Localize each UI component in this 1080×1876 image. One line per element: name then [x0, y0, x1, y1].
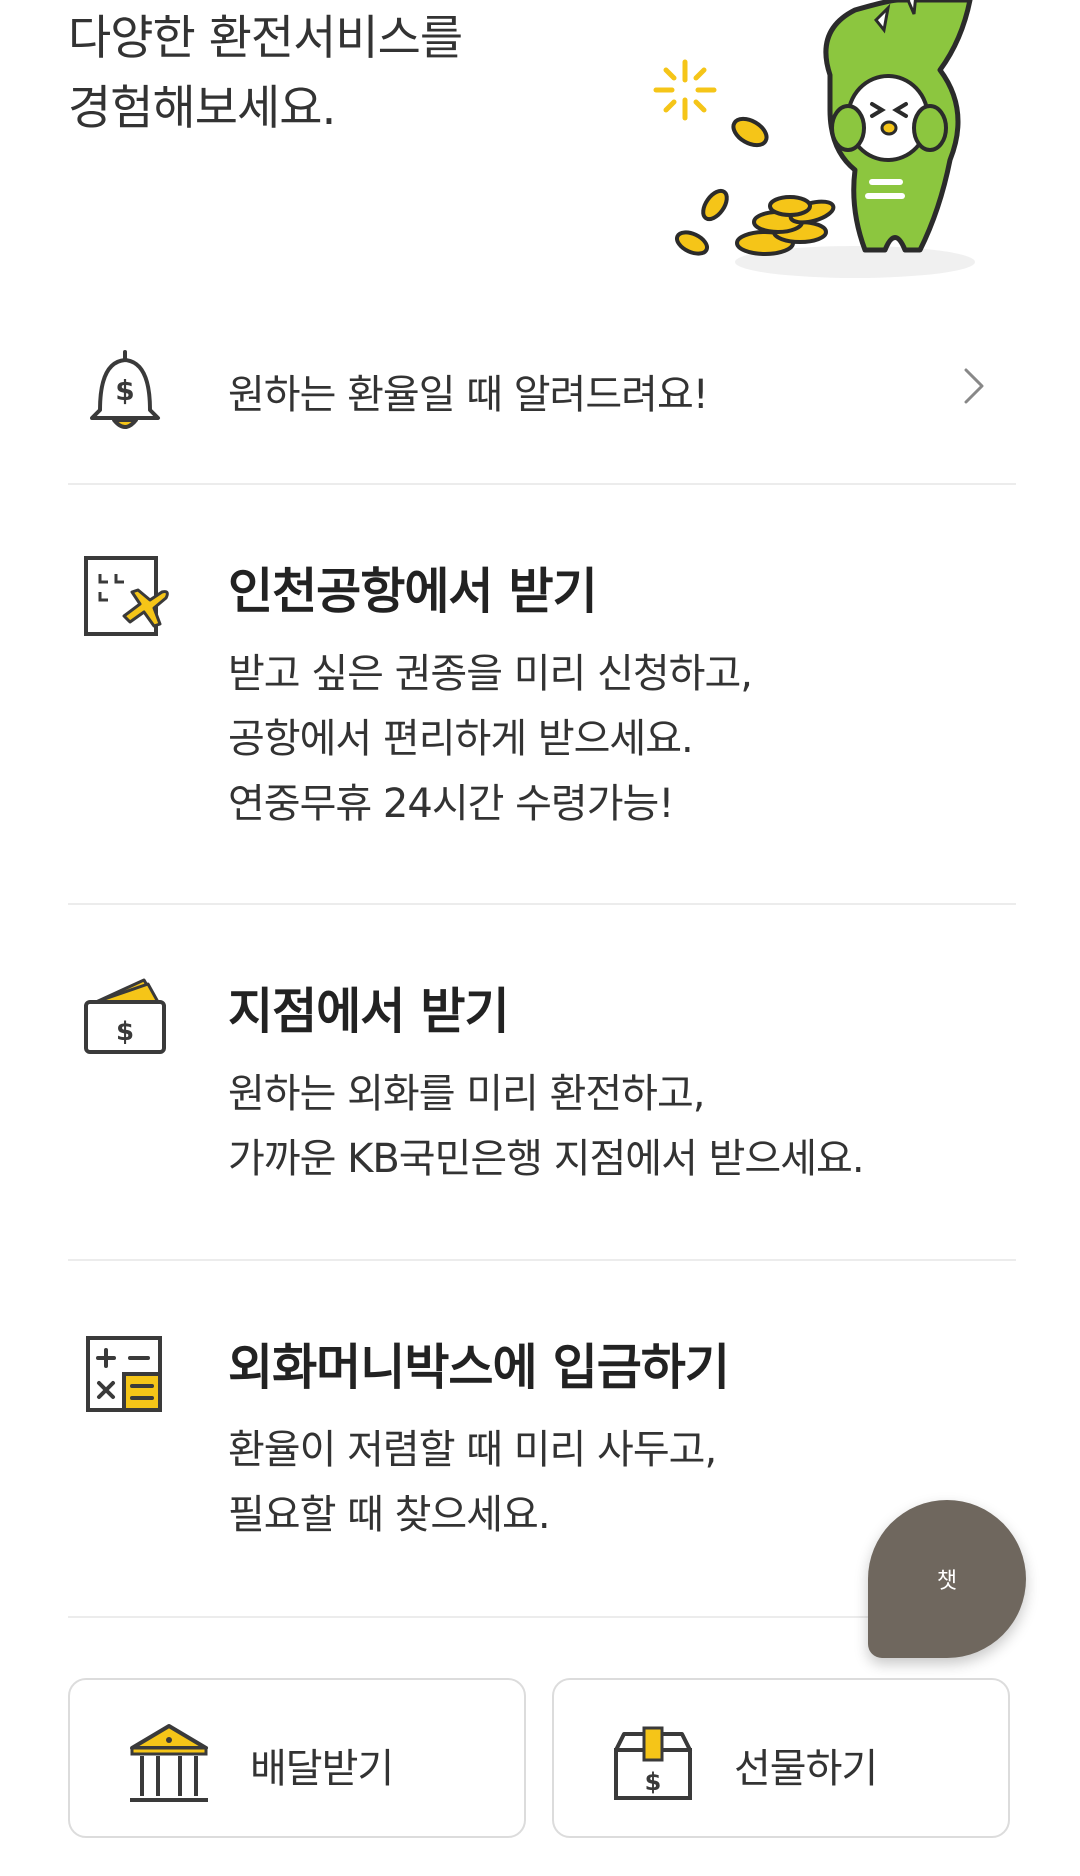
hero-section: 다양한 환전서비스를 경험해보세요. — [0, 0, 1080, 300]
service-description: 받고 싶은 권종을 미리 신청하고, 공항에서 편리하게 받으세요. 연중무휴 … — [228, 642, 753, 837]
delivery-button-label: 배달받기 — [250, 1746, 394, 1792]
rate-alert-label: 원하는 환율일 때 알려드려요! — [228, 372, 709, 418]
hero-title-line2: 경험해보세요. — [68, 81, 336, 136]
svg-text:$: $ — [116, 1017, 134, 1047]
service-description: 환율이 저렴할 때 미리 사두고, 필요할 때 찾으세요. — [228, 1418, 717, 1548]
gift-button[interactable]: $ 선물하기 — [552, 1678, 1010, 1838]
service-desc-line: 공항에서 편리하게 받으세요. — [228, 716, 694, 762]
chevron-right-icon — [964, 368, 984, 404]
service-desc-line: 원하는 외화를 미리 환전하고, — [228, 1071, 705, 1117]
hero-title: 다양한 환전서비스를 경험해보세요. — [68, 4, 463, 144]
divider — [68, 483, 1016, 485]
service-desc-line: 환율이 저렴할 때 미리 사두고, — [228, 1427, 717, 1473]
service-title: 인천공항에서 받기 — [228, 563, 598, 620]
gift-box-dollar-icon: $ — [614, 1726, 692, 1800]
divider — [68, 903, 1016, 905]
svg-text:$: $ — [115, 374, 134, 407]
bank-building-icon — [130, 1724, 208, 1802]
hero-title-line1: 다양한 환전서비스를 — [68, 11, 463, 66]
service-moneybox[interactable]: 외화머니박스에 입금하기 환율이 저렴할 때 미리 사두고, 필요할 때 찾으세… — [68, 1328, 1016, 1568]
divider — [68, 1259, 1016, 1261]
svg-text:$: $ — [645, 1768, 662, 1796]
service-desc-line: 받고 싶은 권종을 미리 신청하고, — [228, 651, 753, 697]
service-airport[interactable]: 인천공항에서 받기 받고 싶은 권종을 미리 신청하고, 공항에서 편리하게 받… — [68, 552, 1016, 852]
service-description: 원하는 외화를 미리 환전하고, 가까운 KB국민은행 지점에서 받으세요. — [228, 1062, 865, 1192]
service-desc-line: 가까운 KB국민은행 지점에서 받으세요. — [228, 1136, 865, 1182]
mascot-illustration — [653, 0, 975, 278]
wallet-dollar-icon: $ — [84, 978, 166, 1054]
chat-button-label: 챗 — [936, 1569, 958, 1594]
delivery-button[interactable]: 배달받기 — [68, 1678, 526, 1838]
rate-alert-row[interactable]: $ 원하는 환율일 때 알려드려요! — [68, 340, 1016, 482]
bell-dollar-icon: $ — [90, 350, 160, 429]
service-desc-line: 연중무휴 24시간 수령가능! — [228, 781, 674, 827]
chat-button[interactable]: 챗 — [868, 1500, 1026, 1658]
service-title: 지점에서 받기 — [228, 983, 510, 1040]
calculator-icon — [86, 1336, 162, 1412]
service-title: 외화머니박스에 입금하기 — [228, 1339, 730, 1396]
airport-departure-icon — [84, 556, 169, 636]
service-branch[interactable]: $ 지점에서 받기 원하는 외화를 미리 환전하고, 가까운 KB국민은행 지점… — [68, 972, 1016, 1232]
service-desc-line: 필요할 때 찾으세요. — [228, 1492, 551, 1538]
gift-button-label: 선물하기 — [734, 1746, 878, 1792]
